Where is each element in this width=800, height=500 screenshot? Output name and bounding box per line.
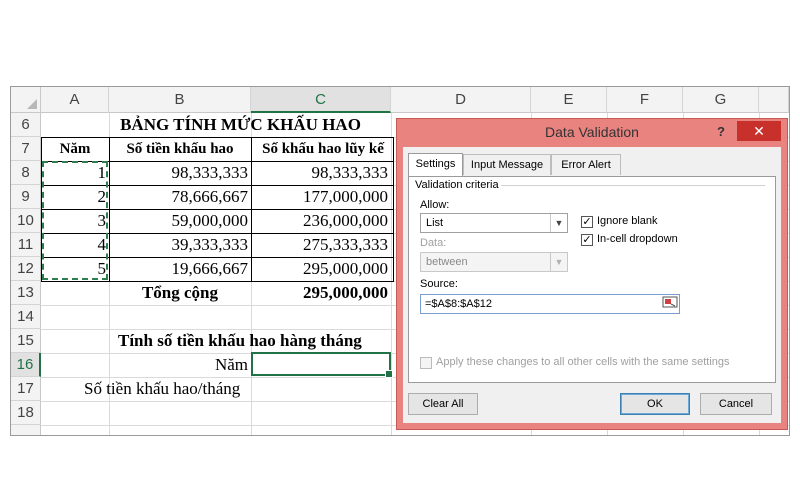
row-header-14[interactable]: 14 <box>11 305 41 329</box>
header-so-khau-hao-luy-ke[interactable]: Số khấu hao lũy kế <box>251 137 395 161</box>
header-nam[interactable]: Năm <box>41 137 109 161</box>
cell-so-tien[interactable]: 59,000,000 <box>109 209 251 233</box>
cell-luy-ke[interactable]: 236,000,000 <box>251 209 391 233</box>
row-header-6[interactable]: 6 <box>11 113 41 137</box>
ok-button[interactable]: OK <box>620 393 690 415</box>
row-header-9[interactable]: 9 <box>11 185 41 209</box>
in-cell-dropdown-checkbox[interactable]: ✓ <box>581 234 593 246</box>
cell-luy-ke[interactable]: 275,333,333 <box>251 233 391 257</box>
row-header-18[interactable]: 18 <box>11 401 41 425</box>
tab-error-alert[interactable]: Error Alert <box>551 154 621 175</box>
apply-all-label: Apply these changes to all other cells w… <box>436 356 730 368</box>
cell-so-tien[interactable]: 39,333,333 <box>109 233 251 257</box>
row-header-17[interactable]: 17 <box>11 377 41 401</box>
row-header-12[interactable]: 12 <box>11 257 41 281</box>
column-header-e[interactable]: E <box>531 87 607 113</box>
column-header-a[interactable]: A <box>41 87 109 113</box>
active-cell-c16[interactable] <box>251 352 393 378</box>
cell-luy-ke[interactable]: 98,333,333 <box>251 161 391 185</box>
monthly-label[interactable]: Số tiền khấu hao/tháng <box>81 377 281 401</box>
total-value[interactable]: 295,000,000 <box>251 281 391 305</box>
validation-criteria-label: Validation criteria <box>415 179 499 191</box>
tab-input-message[interactable]: Input Message <box>463 154 551 175</box>
help-button[interactable]: ? <box>711 121 731 143</box>
data-value: between <box>426 256 468 268</box>
cell-so-tien[interactable]: 78,666,667 <box>109 185 251 209</box>
monthly-title[interactable]: Tính số tiền khấu hao hàng tháng <box>115 329 415 353</box>
sheet-title[interactable]: BẢNG TÍNH MỨC KHẤU HAO <box>109 113 409 137</box>
data-label: Data: <box>420 237 447 249</box>
tab-settings[interactable]: Settings <box>408 153 463 176</box>
settings-panel: Validation criteria Allow: List ▼ ✓ Igno… <box>408 176 776 383</box>
cell-luy-ke[interactable]: 295,000,000 <box>251 257 391 281</box>
source-label: Source: <box>420 278 458 290</box>
data-validation-dialog: Data Validation ? ✕ Settings Input Messa… <box>396 118 788 430</box>
range-picker-icon[interactable] <box>661 295 679 313</box>
dialog-body: Settings Input Message Error Alert Valid… <box>403 147 781 423</box>
cell-nam[interactable]: 4 <box>41 233 109 257</box>
row-header-7[interactable]: 7 <box>11 137 41 161</box>
clear-all-button[interactable]: Clear All <box>408 393 478 415</box>
row-header-10[interactable]: 10 <box>11 209 41 233</box>
allow-value: List <box>426 217 444 229</box>
column-header-h[interactable] <box>759 87 789 113</box>
row-header-19[interactable] <box>11 425 41 435</box>
row-header-13[interactable]: 13 <box>11 281 41 305</box>
cell-so-tien[interactable]: 98,333,333 <box>109 161 251 185</box>
cell-so-tien[interactable]: 19,666,667 <box>109 257 251 281</box>
cell-luy-ke[interactable]: 177,000,000 <box>251 185 391 209</box>
cell-nam[interactable]: 1 <box>41 161 109 185</box>
column-header-b[interactable]: B <box>109 87 251 113</box>
column-header-g[interactable]: G <box>683 87 759 113</box>
row-header-16[interactable]: 16 <box>11 353 41 377</box>
column-header-d[interactable]: D <box>391 87 531 113</box>
ignore-blank-label: Ignore blank <box>597 215 658 227</box>
row-header-8[interactable]: 8 <box>11 161 41 185</box>
column-header-c[interactable]: C <box>251 87 391 113</box>
allow-label: Allow: <box>420 199 450 211</box>
chevron-down-icon: ▼ <box>550 214 567 232</box>
select-all-corner[interactable] <box>11 87 41 113</box>
total-label[interactable]: Tổng cộng <box>109 281 251 305</box>
nam-label[interactable]: Năm <box>109 353 251 377</box>
cancel-button[interactable]: Cancel <box>700 393 772 415</box>
fill-handle[interactable] <box>385 370 393 378</box>
row-header-11[interactable]: 11 <box>11 233 41 257</box>
group-divider <box>501 185 765 186</box>
apply-all-checkbox[interactable] <box>420 357 432 369</box>
allow-dropdown[interactable]: List ▼ <box>420 213 568 233</box>
row-header-15[interactable]: 15 <box>11 329 41 353</box>
source-input[interactable]: =$A$8:$A$12 <box>420 294 680 314</box>
column-header-f[interactable]: F <box>607 87 683 113</box>
in-cell-dropdown-label: In-cell dropdown <box>597 233 678 245</box>
cell-nam[interactable]: 3 <box>41 209 109 233</box>
cell-nam[interactable]: 5 <box>41 257 109 281</box>
data-dropdown[interactable]: between ▼ <box>420 252 568 272</box>
close-button[interactable]: ✕ <box>737 121 781 141</box>
chevron-down-icon: ▼ <box>550 253 567 271</box>
ignore-blank-checkbox[interactable]: ✓ <box>581 216 593 228</box>
header-so-tien-khau-hao[interactable]: Số tiền khấu hao <box>109 137 251 161</box>
cell-nam[interactable]: 2 <box>41 185 109 209</box>
